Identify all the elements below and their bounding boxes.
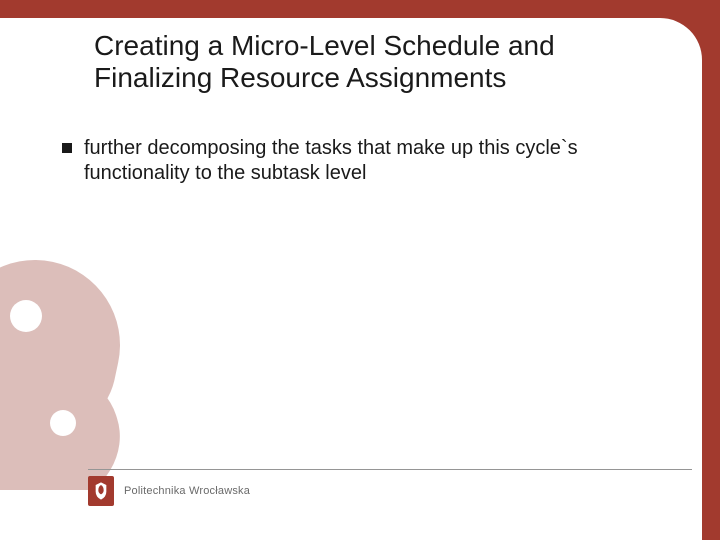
bullet-marker-icon (62, 143, 72, 153)
eagle-shield-icon (93, 481, 109, 501)
right-border-bar (702, 0, 720, 540)
bullet-text: further decomposing the tasks that make … (84, 136, 642, 186)
slide-body: further decomposing the tasks that make … (62, 136, 642, 196)
institution-logo-icon (88, 476, 114, 506)
slide-title: Creating a Micro-Level Schedule and Fina… (94, 30, 654, 94)
corner-arc (660, 0, 720, 60)
institution-name: Politechnika Wrocławska (124, 485, 250, 497)
slide: Creating a Micro-Level Schedule and Fina… (0, 0, 720, 540)
left-decorative-graphic (0, 260, 120, 490)
slide-footer: Politechnika Wrocławska (88, 469, 692, 506)
bullet-item: further decomposing the tasks that make … (62, 136, 642, 186)
top-border-bar (0, 0, 720, 18)
